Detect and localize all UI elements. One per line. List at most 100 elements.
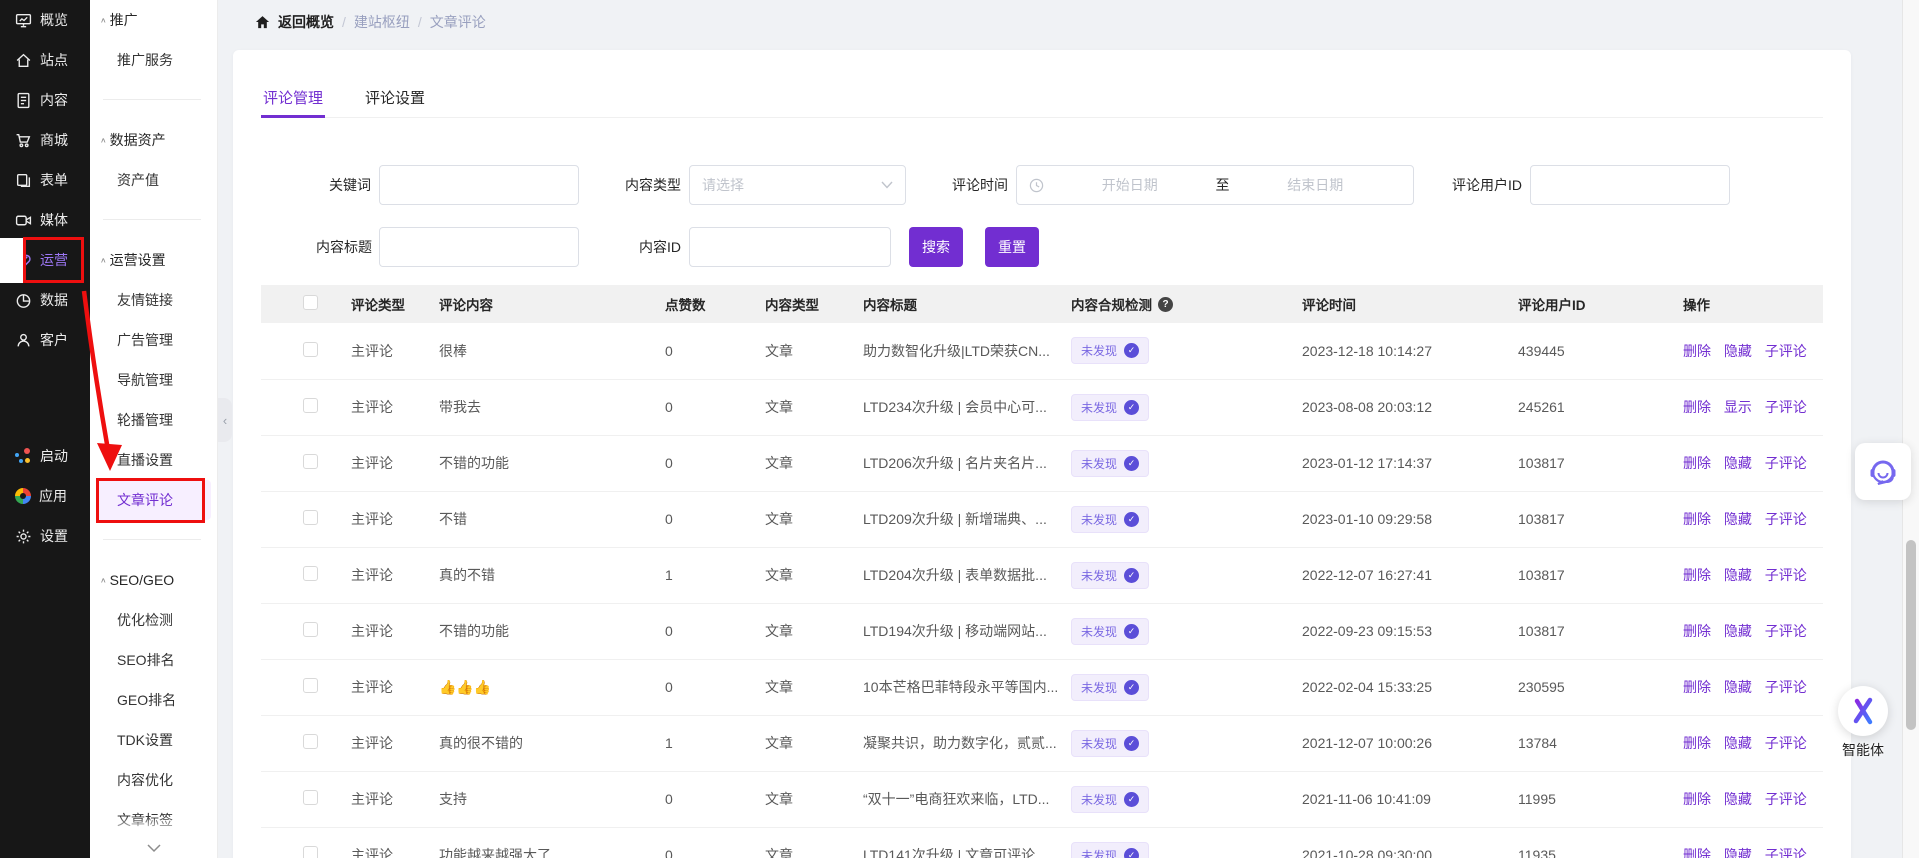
action-sub-comments[interactable]: 子评论 bbox=[1765, 567, 1807, 583]
submenu-item-asset-value[interactable]: 资产值 bbox=[90, 160, 217, 200]
col-header-content-type: 内容类型 bbox=[765, 285, 863, 323]
submenu-section-seo-geo[interactable]: ∧SEO/GEO bbox=[90, 560, 217, 600]
help-icon[interactable]: ? bbox=[1158, 297, 1173, 312]
home-icon[interactable] bbox=[255, 15, 270, 30]
action-toggle-visibility[interactable]: 隐藏 bbox=[1724, 735, 1752, 751]
action-delete[interactable]: 删除 bbox=[1683, 735, 1711, 751]
submenu-item-content-optimization[interactable]: 内容优化 bbox=[90, 760, 217, 800]
action-toggle-visibility[interactable]: 隐藏 bbox=[1724, 679, 1752, 695]
page-scrollbar[interactable] bbox=[1902, 0, 1919, 858]
tab-comment-settings[interactable]: 评论设置 bbox=[363, 78, 427, 117]
action-sub-comments[interactable]: 子评论 bbox=[1765, 511, 1807, 527]
cell-comment-content: 不错的功能 bbox=[439, 603, 665, 659]
action-toggle-visibility[interactable]: 隐藏 bbox=[1724, 511, 1752, 527]
content-type-select[interactable]: 请选择 bbox=[689, 165, 906, 205]
cell-comment-user-id: 245261 bbox=[1518, 379, 1683, 435]
sidebar-item-media[interactable]: 媒体 bbox=[0, 200, 90, 240]
keyword-input[interactable] bbox=[379, 165, 579, 205]
content-id-input[interactable] bbox=[689, 227, 891, 267]
action-delete[interactable]: 删除 bbox=[1683, 623, 1711, 639]
action-sub-comments[interactable]: 子评论 bbox=[1765, 343, 1807, 359]
action-delete[interactable]: 删除 bbox=[1683, 847, 1711, 858]
action-toggle-visibility[interactable]: 隐藏 bbox=[1724, 567, 1752, 583]
action-sub-comments[interactable]: 子评论 bbox=[1765, 623, 1807, 639]
action-sub-comments[interactable]: 子评论 bbox=[1765, 847, 1807, 858]
ai-agent-button[interactable] bbox=[1838, 686, 1888, 736]
submenu-item-friend-links[interactable]: 友情链接 bbox=[90, 280, 217, 320]
action-delete[interactable]: 删除 bbox=[1683, 455, 1711, 471]
submenu-item-seo-rank[interactable]: SEO排名 bbox=[90, 640, 217, 680]
action-toggle-visibility[interactable]: 隐藏 bbox=[1724, 847, 1752, 858]
row-checkbox[interactable] bbox=[303, 454, 318, 469]
sidebar-item-mall[interactable]: 商城 bbox=[0, 120, 90, 160]
sidebar-item-content[interactable]: 内容 bbox=[0, 80, 90, 120]
submenu-item-nav-management[interactable]: 导航管理 bbox=[90, 360, 217, 400]
tab-comment-management[interactable]: 评论管理 bbox=[261, 78, 325, 117]
submenu-section-operation-settings[interactable]: ∧运营设置 bbox=[90, 240, 217, 280]
submenu-item-live-settings[interactable]: 直播设置 bbox=[90, 440, 217, 480]
breadcrumb-site-hub[interactable]: 建站枢纽 bbox=[354, 12, 410, 32]
submenu-item-promotion-service[interactable]: 推广服务 bbox=[90, 40, 217, 80]
submenu-item-carousel-management[interactable]: 轮播管理 bbox=[90, 400, 217, 440]
action-toggle-visibility[interactable]: 隐藏 bbox=[1724, 791, 1752, 807]
action-sub-comments[interactable]: 子评论 bbox=[1765, 735, 1807, 751]
submenu-item-geo-rank[interactable]: GEO排名 bbox=[90, 680, 217, 720]
reset-button[interactable]: 重置 bbox=[985, 227, 1039, 267]
action-toggle-visibility[interactable]: 隐藏 bbox=[1724, 343, 1752, 359]
content-title-input[interactable] bbox=[379, 227, 579, 267]
sidebar-item-settings[interactable]: 设置 bbox=[0, 516, 90, 556]
row-checkbox[interactable] bbox=[303, 678, 318, 693]
customer-service-button[interactable] bbox=[1855, 443, 1911, 500]
action-sub-comments[interactable]: 子评论 bbox=[1765, 455, 1807, 471]
sidebar-item-customer[interactable]: 客户 bbox=[0, 320, 90, 360]
action-delete[interactable]: 删除 bbox=[1683, 791, 1711, 807]
sidebar-collapse-handle[interactable]: ‹ bbox=[218, 398, 232, 442]
submenu-item-ad-management[interactable]: 广告管理 bbox=[90, 320, 217, 360]
submenu-item-tdk-settings[interactable]: TDK设置 bbox=[90, 720, 217, 760]
sidebar-item-apps[interactable]: 应用 bbox=[0, 476, 90, 516]
expand-more-button[interactable] bbox=[90, 840, 217, 856]
start-date-placeholder[interactable]: 开始日期 bbox=[1044, 175, 1216, 195]
action-delete[interactable]: 删除 bbox=[1683, 399, 1711, 415]
row-checkbox[interactable] bbox=[303, 510, 318, 525]
breadcrumb-back-overview[interactable]: 返回概览 bbox=[278, 12, 334, 32]
video-icon bbox=[15, 212, 32, 229]
sidebar-item-form[interactable]: 表单 bbox=[0, 160, 90, 200]
select-all-checkbox[interactable] bbox=[303, 295, 318, 310]
submenu-item-article-comments[interactable]: 文章评论 bbox=[96, 480, 211, 520]
row-checkbox[interactable] bbox=[303, 790, 318, 805]
row-checkbox[interactable] bbox=[303, 566, 318, 581]
action-toggle-visibility[interactable]: 隐藏 bbox=[1724, 623, 1752, 639]
cell-likes: 0 bbox=[665, 603, 765, 659]
sidebar-item-launch[interactable]: 启动 bbox=[0, 436, 90, 476]
row-checkbox[interactable] bbox=[303, 846, 318, 858]
action-toggle-visibility[interactable]: 隐藏 bbox=[1724, 455, 1752, 471]
row-checkbox[interactable] bbox=[303, 398, 318, 413]
ai-agent-label: 智能体 bbox=[1833, 740, 1893, 760]
submenu-item-optimization-check[interactable]: 优化检测 bbox=[90, 600, 217, 640]
collapse-caret-icon: ∧ bbox=[100, 576, 107, 585]
submenu-section-data-assets[interactable]: ∧数据资产 bbox=[90, 120, 217, 160]
sidebar-item-site[interactable]: 站点 bbox=[0, 40, 90, 80]
row-checkbox[interactable] bbox=[303, 734, 318, 749]
action-sub-comments[interactable]: 子评论 bbox=[1765, 791, 1807, 807]
sidebar-item-data[interactable]: 数据 bbox=[0, 280, 90, 320]
action-delete[interactable]: 删除 bbox=[1683, 679, 1711, 695]
action-sub-comments[interactable]: 子评论 bbox=[1765, 399, 1807, 415]
search-button[interactable]: 搜索 bbox=[909, 227, 963, 267]
row-checkbox[interactable] bbox=[303, 342, 318, 357]
submenu-section-promotion[interactable]: ∧推广 bbox=[90, 0, 217, 40]
comment-time-range-picker[interactable]: 开始日期 至 结束日期 bbox=[1016, 165, 1414, 205]
cell-comment-time: 2023-08-08 20:03:12 bbox=[1302, 379, 1518, 435]
scrollbar-thumb[interactable] bbox=[1906, 540, 1916, 730]
sidebar-item-overview[interactable]: 概览 bbox=[0, 0, 90, 40]
action-delete[interactable]: 删除 bbox=[1683, 511, 1711, 527]
comment-user-id-input[interactable] bbox=[1530, 165, 1730, 205]
action-sub-comments[interactable]: 子评论 bbox=[1765, 679, 1807, 695]
action-delete[interactable]: 删除 bbox=[1683, 567, 1711, 583]
col-header-comment-type: 评论类型 bbox=[351, 285, 439, 323]
end-date-placeholder[interactable]: 结束日期 bbox=[1230, 175, 1402, 195]
row-checkbox[interactable] bbox=[303, 622, 318, 637]
action-toggle-visibility[interactable]: 显示 bbox=[1724, 399, 1752, 415]
action-delete[interactable]: 删除 bbox=[1683, 343, 1711, 359]
